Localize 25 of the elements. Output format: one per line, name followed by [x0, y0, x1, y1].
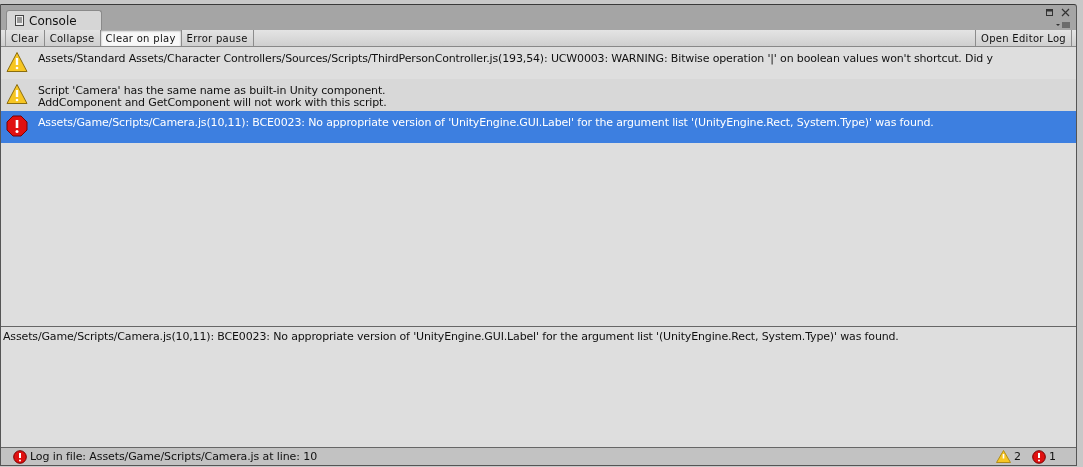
tab-title: Console — [29, 13, 77, 28]
log-message: Assets/Game/Scripts/Camera.js(10,11): BCE0023: No appropriate version of 'UnityEngine.GUI.Label' for the argument list '(UnityEngine.Rect, System.Type)' was found. — [38, 117, 934, 129]
close-icon[interactable] — [1061, 8, 1070, 17]
status-message: Log in file: Assets/Game/Scripts/Camera.js at line: 10 — [30, 450, 318, 463]
menu-icon[interactable] — [1056, 22, 1070, 28]
log-message: Assets/Standard Assets/Character Controllers/Sources/Scripts/ThirdPersonController.js(193,54): UCW0003: WARNING: Bitwise operation '|' on boolean values won't shortcut. Did y — [38, 53, 993, 65]
toggle-button[interactable]: Clear on play — [100, 30, 182, 46]
console-tab[interactable]: Console — [6, 10, 102, 30]
warning-icon — [6, 51, 28, 73]
open-editor-log-button[interactable]: Open Editor Log — [974, 30, 1072, 46]
error-icon — [6, 115, 28, 137]
warning-icon — [6, 83, 28, 105]
log-entry[interactable]: Script 'Camera' has the same name as built-in Unity component. AddComponent and GetComponent will not work with this script. — [1, 79, 1076, 111]
warning-icon — [996, 450, 1011, 463]
log-message: AddComponent and GetComponent will not work with this script. — [38, 97, 387, 109]
error-icon — [13, 449, 27, 464]
error-icon — [1032, 449, 1046, 464]
error-count: 1 — [1049, 450, 1056, 463]
log-entry[interactable]: Assets/Game/Scripts/Camera.js(10,11): BCE0023: No appropriate version of 'UnityEngine.GUI.Label' for the argument list '(UnityEngine.Rect, System.Type)' was found. — [1, 111, 1076, 143]
document-icon — [15, 15, 24, 26]
log-message: Script 'Camera' has the same name as built-in Unity component. — [38, 85, 387, 97]
maximize-icon[interactable] — [1046, 9, 1053, 16]
warning-count: 2 — [1014, 450, 1021, 463]
details-message: Assets/Game/Scripts/Camera.js(10,11): BCE0023: No appropriate version of 'UnityEngine.GUI.Label' for the argument list '(UnityEngine.Rect, System.Type)' was found. — [3, 330, 899, 343]
clear-button[interactable]: Clear — [5, 30, 45, 46]
